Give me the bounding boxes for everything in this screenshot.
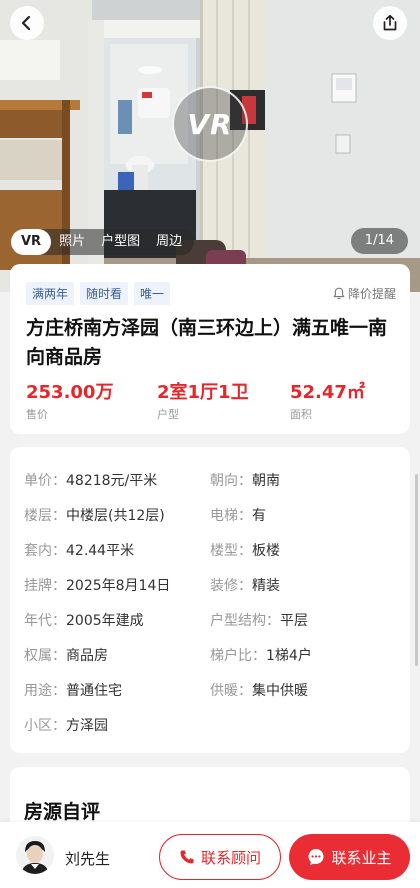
stat-area: 52.47㎡ 面积 [290,382,365,422]
stat-value: 52.47㎡ [290,382,365,403]
attr-floor: 楼层：中楼层(共12层) [24,508,165,524]
tab-photos[interactable]: 照片 [51,229,93,255]
hero-photo[interactable]: VR VR 照片 户型图 周边 1/14 [0,0,420,292]
contact-owner-label: 联系业主 [331,848,392,867]
media-tabs: VR 照片 户型图 周边 [11,229,195,255]
attr-structure: 户型结构：平层 [210,613,308,629]
scrollbar[interactable] [415,474,418,666]
tab-vr[interactable]: VR [11,229,52,255]
price-alert-label: 降价提醒 [347,287,396,301]
stat-value: 2室1厅1卫 [157,382,249,403]
attr-community[interactable]: 小区：方泽园 [24,715,108,735]
price-alert-button[interactable]: 降价提醒 [333,285,396,302]
attributes-card: 单价：48218元/平米 朝向：朝南 楼层：中楼层(共12层) 电梯：有 套内：… [10,447,410,753]
attr-elevator-ratio: 梯户比：1梯4户 [210,648,312,664]
contact-owner-button[interactable]: 联系业主 [289,834,410,880]
back-arrow-icon [21,15,31,31]
photo-counter: 1/14 [350,228,408,254]
agent-name[interactable]: 刘先生 [65,848,110,869]
avatar[interactable] [16,836,54,874]
bottom-action-bar: 刘先生 联系顾问 联系业主 [0,822,420,888]
attr-building-type: 楼型：板楼 [210,543,280,559]
attr-decoration: 装修：精装 [210,578,280,594]
phone-icon [180,850,194,864]
listing-title: 方庄桥南方泽园（南三环边上）满五唯一南向商品房 [26,317,388,368]
attr-elevator: 电梯：有 [210,508,266,524]
stat-label: 户型 [157,408,179,421]
tag: 唯一 [134,282,171,305]
stat-label: 售价 [26,408,48,421]
agent-avatar-image [16,836,54,874]
attr-inner-area: 套内：42.44平米 [24,543,135,559]
share-button[interactable] [373,6,407,40]
attr-ownership: 权属：商品房 [24,648,108,664]
vr-play-button[interactable]: VR [172,86,248,162]
attr-year: 年代：2005年建成 [24,613,144,629]
summary-card: 满两年 随时看 唯一 降价提醒 方庄桥南方泽园（南三环边上）满五唯一南向商品房 … [10,264,410,434]
stat-label: 面积 [290,408,312,421]
chat-icon [308,849,324,865]
bell-icon [333,287,345,300]
stat-layout: 2室1厅1卫 户型 [157,382,249,422]
attr-heating: 供暖：集中供暖 [210,683,308,699]
attr-usage: 用途：普通住宅 [24,683,122,699]
tab-surroundings[interactable]: 周边 [148,229,190,255]
share-icon [383,14,397,31]
contact-advisor-label: 联系顾问 [200,848,261,867]
stat-value: 253.00万 [26,382,114,403]
attr-listed-date: 挂牌：2025年8月14日 [24,578,171,594]
attr-unit-price: 单价：48218元/平米 [24,473,158,489]
tab-floorplan[interactable]: 户型图 [93,229,148,255]
stat-price: 253.00万 售价 [26,382,113,422]
section-title: 房源自评 [24,801,101,823]
attr-orientation: 朝向：朝南 [210,473,280,489]
tag-list: 满两年 随时看 唯一 [26,282,171,305]
contact-advisor-button[interactable]: 联系顾问 [159,834,281,880]
tag: 随时看 [80,282,129,305]
back-button[interactable] [10,6,44,40]
tag: 满两年 [26,282,75,305]
